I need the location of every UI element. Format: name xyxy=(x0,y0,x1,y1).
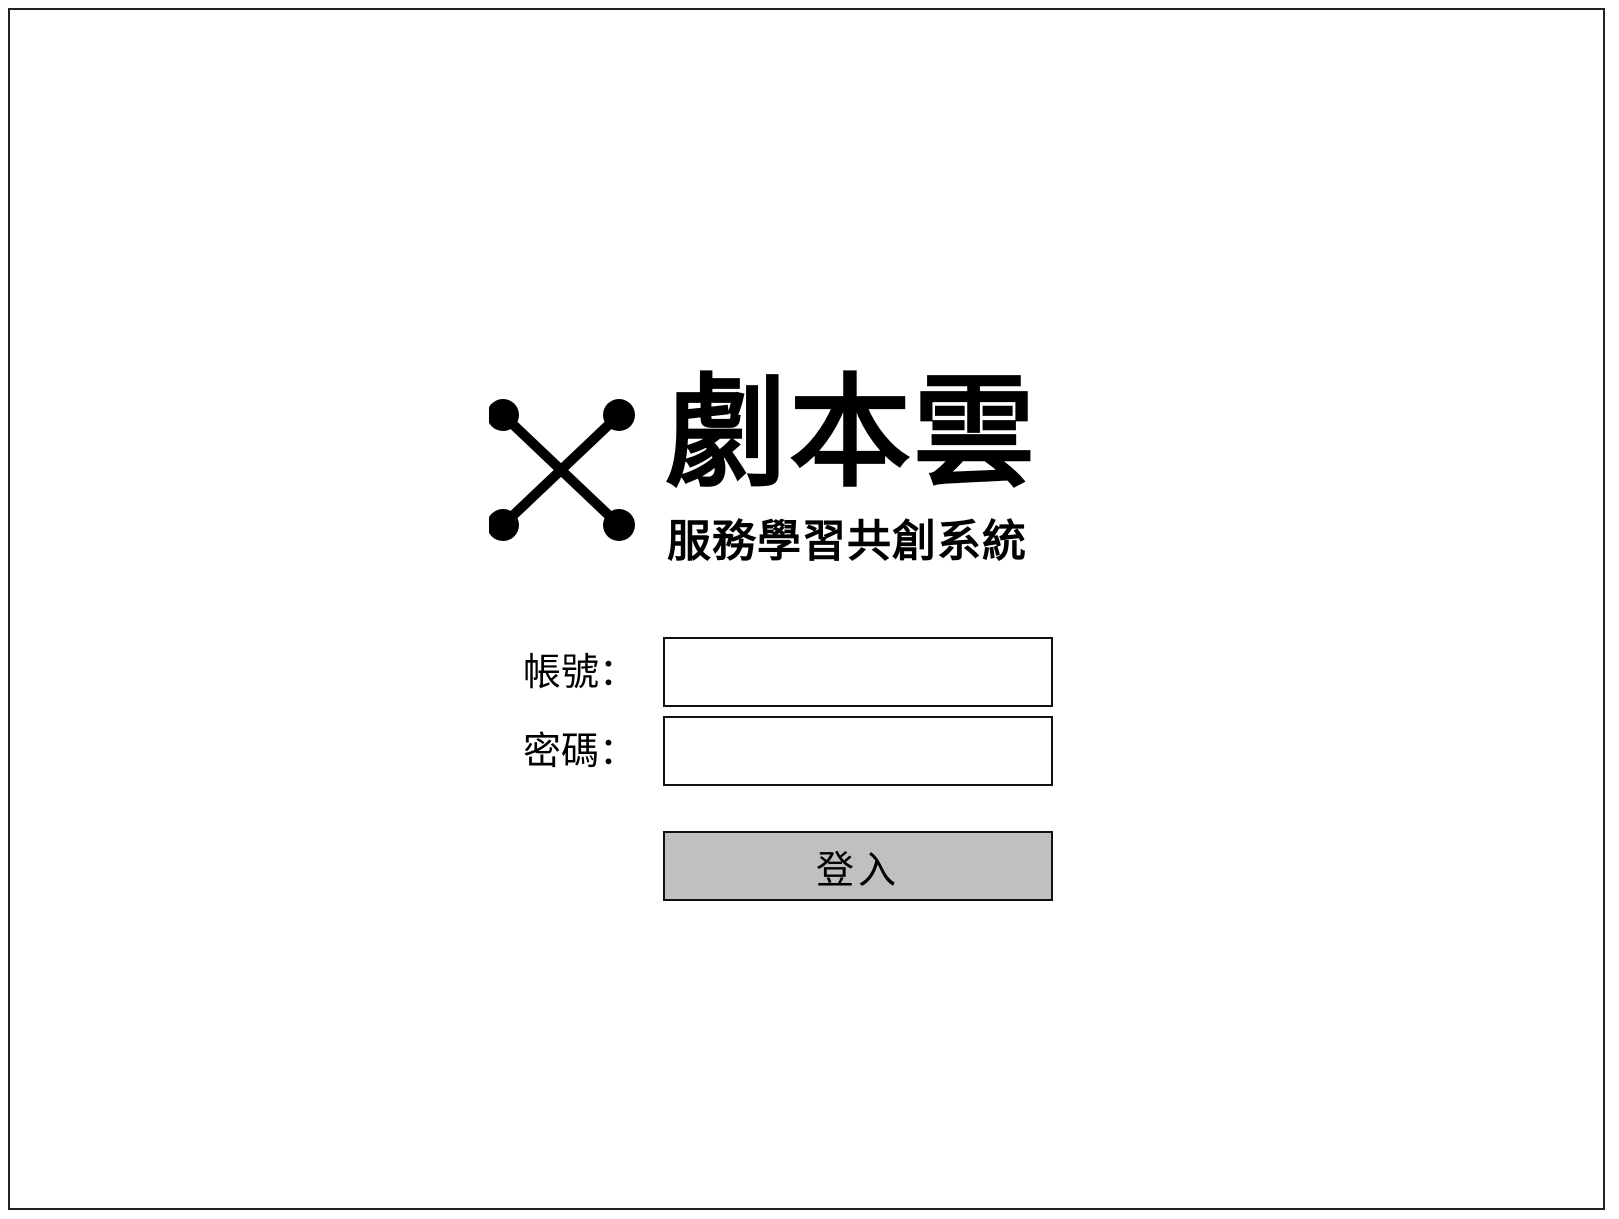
password-label: 密碼： xyxy=(523,729,638,773)
account-input[interactable] xyxy=(663,637,1053,707)
brand-subtitle: 服務學習共創系統 xyxy=(667,516,1027,567)
x-nodes-logo-icon xyxy=(489,399,635,541)
account-label: 帳號： xyxy=(523,650,638,694)
app-window xyxy=(8,8,1605,1210)
login-button[interactable]: 登入 xyxy=(663,831,1053,901)
brand-title: 劇本雲 xyxy=(665,362,1037,504)
password-input[interactable] xyxy=(663,716,1053,786)
